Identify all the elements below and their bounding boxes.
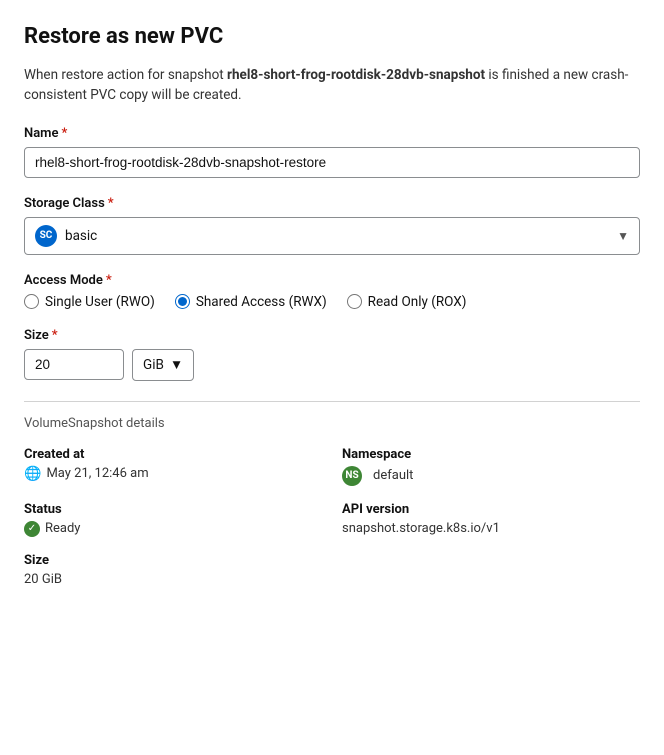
- globe-icon: 🌐: [24, 466, 41, 482]
- access-mode-rwx[interactable]: Shared Access (RWX): [175, 294, 327, 310]
- name-label: Name *: [24, 126, 640, 141]
- sc-badge: SC: [35, 225, 57, 247]
- access-mode-field-group: Access Mode * Single User (RWO) Shared A…: [24, 273, 640, 310]
- api-version-item: API version snapshot.storage.k8s.io/v1: [342, 502, 640, 537]
- storage-class-label: Storage Class *: [24, 196, 640, 211]
- radio-rwo[interactable]: [24, 294, 39, 309]
- namespace-label: Namespace: [342, 447, 640, 462]
- status-check-icon: ✓: [24, 521, 40, 537]
- name-input[interactable]: [24, 147, 640, 178]
- unit-select[interactable]: GiB ▼: [132, 349, 194, 381]
- api-version-label: API version: [342, 502, 640, 517]
- radio-rwx-label: Shared Access (RWX): [196, 294, 327, 310]
- name-field-group: Name *: [24, 126, 640, 178]
- size-label: Size *: [24, 328, 640, 343]
- chevron-down-icon: ▼: [617, 229, 629, 243]
- namespace-value: NS default: [342, 466, 640, 486]
- page-title: Restore as new PVC: [24, 24, 640, 49]
- api-version-value: snapshot.storage.k8s.io/v1: [342, 521, 640, 536]
- details-grid: Created at 🌐 May 21, 12:46 am Namespace …: [24, 447, 640, 587]
- unit-value: GiB: [143, 357, 164, 373]
- access-mode-rox[interactable]: Read Only (ROX): [347, 294, 467, 310]
- radio-rox[interactable]: [347, 294, 362, 309]
- created-at-label: Created at: [24, 447, 322, 462]
- storage-class-select[interactable]: SC basic ▼: [24, 217, 640, 255]
- snapshot-name-bold: rhel8-short-frog-rootdisk-28dvb-snapshot: [227, 67, 485, 83]
- size-required-star: *: [52, 328, 58, 343]
- storage-class-value: basic: [65, 228, 617, 244]
- snapshot-size-item: Size 20 GiB: [24, 553, 322, 587]
- storage-class-required-star: *: [108, 196, 114, 211]
- size-field-group: Size * GiB ▼: [24, 328, 640, 381]
- radio-rwx[interactable]: [175, 294, 190, 309]
- snapshot-details-section: VolumeSnapshot details Created at 🌐 May …: [24, 416, 640, 587]
- name-required-star: *: [61, 126, 67, 141]
- snapshot-size-value: 20 GiB: [24, 572, 322, 587]
- ns-badge: NS: [342, 466, 362, 486]
- radio-rox-label: Read Only (ROX): [368, 294, 467, 310]
- snapshot-section-title: VolumeSnapshot details: [24, 416, 640, 431]
- size-input[interactable]: [24, 349, 124, 380]
- access-mode-required-star: *: [106, 273, 112, 288]
- status-label: Status: [24, 502, 322, 517]
- access-mode-radio-group: Single User (RWO) Shared Access (RWX) Re…: [24, 294, 640, 310]
- radio-rwo-label: Single User (RWO): [45, 294, 155, 310]
- access-mode-label: Access Mode *: [24, 273, 640, 288]
- page-description: When restore action for snapshot rhel8-s…: [24, 65, 640, 106]
- description-prefix: When restore action for snapshot: [24, 67, 227, 83]
- status-item: Status ✓ Ready: [24, 502, 322, 537]
- created-at-item: Created at 🌐 May 21, 12:46 am: [24, 447, 322, 486]
- access-mode-rwo[interactable]: Single User (RWO): [24, 294, 155, 310]
- snapshot-size-label: Size: [24, 553, 322, 568]
- size-row: GiB ▼: [24, 349, 640, 381]
- created-at-value: 🌐 May 21, 12:46 am: [24, 466, 322, 482]
- storage-class-field-group: Storage Class * SC basic ▼: [24, 196, 640, 255]
- namespace-item: Namespace NS default: [342, 447, 640, 486]
- unit-chevron-icon: ▼: [170, 357, 183, 373]
- section-divider: [24, 401, 640, 402]
- status-value: ✓ Ready: [24, 521, 322, 537]
